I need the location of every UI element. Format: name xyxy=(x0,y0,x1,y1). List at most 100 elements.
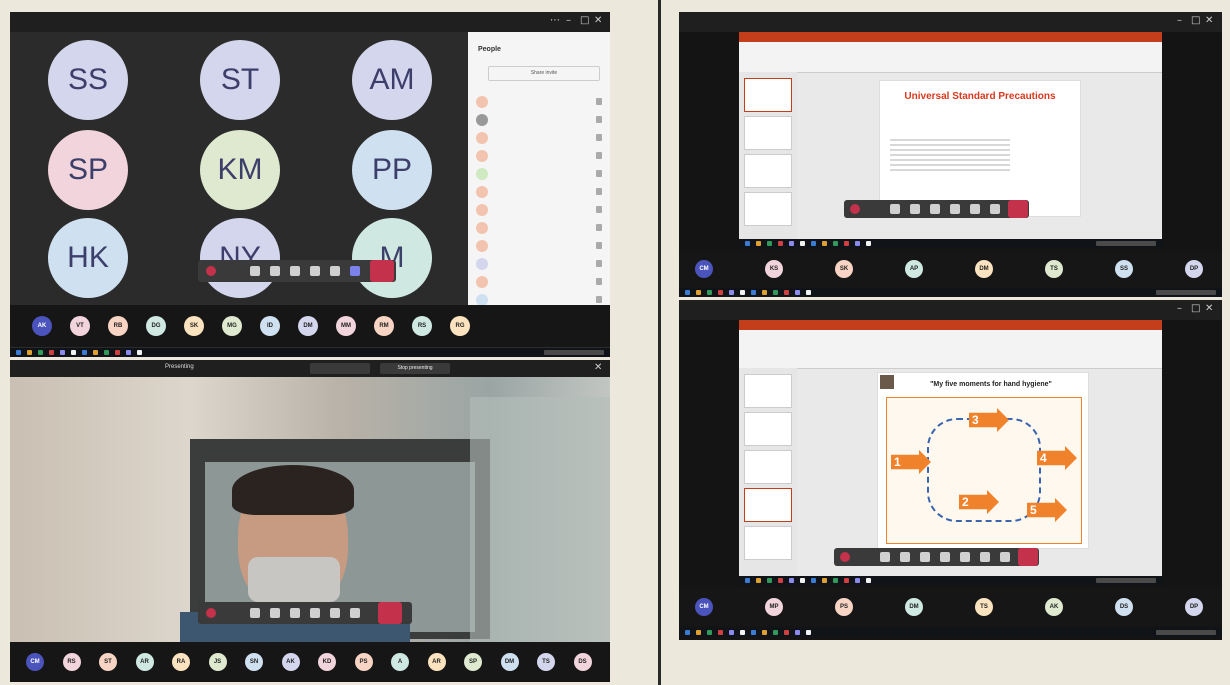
taskbar-app-icon[interactable] xyxy=(82,350,87,355)
stop-presenting-button[interactable]: Stop presenting xyxy=(380,363,450,374)
participant-thumbnail[interactable]: AK xyxy=(32,316,52,336)
people-list-item[interactable] xyxy=(476,238,602,254)
hangup-button[interactable] xyxy=(370,260,394,282)
participant-thumbnail[interactable]: SN xyxy=(245,653,263,671)
taskbar-app-icon[interactable] xyxy=(811,241,816,246)
taskbar-app-icon[interactable] xyxy=(773,630,778,635)
participant-thumbnail[interactable]: DS xyxy=(573,653,592,671)
share-icon[interactable] xyxy=(930,204,940,214)
close-icon[interactable]: ✕ xyxy=(594,15,602,26)
maximize-icon[interactable]: □ xyxy=(1191,303,1200,314)
share-icon[interactable] xyxy=(290,266,300,276)
slide-thumbnail[interactable] xyxy=(744,78,792,112)
taskbar-app-icon[interactable] xyxy=(685,290,690,295)
taskbar-app-icon[interactable] xyxy=(800,241,805,246)
taskbar-app-icon[interactable] xyxy=(822,241,827,246)
people-list-item[interactable] xyxy=(476,112,602,128)
taskbar-app-icon[interactable] xyxy=(795,630,800,635)
taskbar-app-icon[interactable] xyxy=(767,241,772,246)
people-list-item[interactable] xyxy=(476,274,602,290)
participant-thumbnail[interactable]: MM xyxy=(336,316,356,336)
taskbar-app-icon[interactable] xyxy=(762,290,767,295)
participant-thumbnail[interactable]: AK xyxy=(281,653,300,671)
participant-thumbnail[interactable]: TS xyxy=(1045,260,1063,278)
slide-thumbnail[interactable] xyxy=(744,412,792,446)
close-icon[interactable]: ✕ xyxy=(594,362,602,373)
people-list-item[interactable] xyxy=(476,184,602,200)
taskbar-app-icon[interactable] xyxy=(806,630,811,635)
taskbar-app-icon[interactable] xyxy=(844,578,849,583)
taskbar-app-icon[interactable] xyxy=(811,578,816,583)
participant-thumbnail[interactable]: TS xyxy=(975,598,993,616)
taskbar-app-icon[interactable] xyxy=(751,630,756,635)
taskbar-app-icon[interactable] xyxy=(707,630,712,635)
camera-icon[interactable] xyxy=(880,552,890,562)
people-list-item[interactable] xyxy=(476,148,602,164)
people-list-item[interactable] xyxy=(476,202,602,218)
taskbar-app-icon[interactable] xyxy=(778,241,783,246)
taskbar-app-icon[interactable] xyxy=(855,241,860,246)
participant-thumbnail[interactable]: KS xyxy=(765,260,783,278)
share-options-button[interactable] xyxy=(310,363,370,374)
taskbar-app-icon[interactable] xyxy=(707,290,712,295)
taskbar-app-icon[interactable] xyxy=(784,630,789,635)
taskbar-app-icon[interactable] xyxy=(866,578,871,583)
mic-icon[interactable] xyxy=(270,608,280,618)
participant-thumbnail[interactable]: DM xyxy=(975,260,993,278)
taskbar-app-icon[interactable] xyxy=(685,630,690,635)
minimize-icon[interactable]: – xyxy=(1177,303,1182,314)
hangup-button[interactable] xyxy=(1008,200,1028,218)
taskbar-app-icon[interactable] xyxy=(729,630,734,635)
taskbar-app-icon[interactable] xyxy=(762,630,767,635)
taskbar-app-icon[interactable] xyxy=(844,241,849,246)
taskbar-app-icon[interactable] xyxy=(833,241,838,246)
taskbar-app-icon[interactable] xyxy=(93,350,98,355)
taskbar-app-icon[interactable] xyxy=(789,241,794,246)
participant-thumbnail[interactable]: KD xyxy=(318,653,336,671)
camera-icon[interactable] xyxy=(890,204,900,214)
taskbar-app-icon[interactable] xyxy=(767,578,772,583)
participant-thumbnail[interactable]: MP xyxy=(765,598,783,616)
participant-thumbnail[interactable]: RA xyxy=(172,653,190,671)
raise-hand-icon[interactable] xyxy=(330,608,340,618)
taskbar-app-icon[interactable] xyxy=(800,578,805,583)
system-tray[interactable] xyxy=(1096,241,1156,246)
taskbar-app-icon[interactable] xyxy=(115,350,120,355)
minimize-icon[interactable]: – xyxy=(566,15,571,26)
taskbar-app-icon[interactable] xyxy=(745,578,750,583)
taskbar-app-icon[interactable] xyxy=(27,350,32,355)
participant-thumbnail[interactable]: SK xyxy=(184,316,204,336)
chat-icon[interactable] xyxy=(990,204,1000,214)
raise-hand-icon[interactable] xyxy=(330,266,340,276)
taskbar-app-icon[interactable] xyxy=(718,630,723,635)
taskbar-app-icon[interactable] xyxy=(833,578,838,583)
participant-thumbnail[interactable]: CM xyxy=(695,260,713,278)
system-tray[interactable] xyxy=(1096,578,1156,583)
participant-thumbnail[interactable]: RM xyxy=(374,316,394,336)
taskbar-app-icon[interactable] xyxy=(71,350,76,355)
taskbar-app-icon[interactable] xyxy=(49,350,54,355)
participant-thumbnail[interactable]: ID xyxy=(260,316,280,336)
participant-thumbnail[interactable]: DP xyxy=(1185,260,1203,278)
maximize-icon[interactable]: □ xyxy=(1191,15,1200,26)
share-invite-button[interactable]: Share invite xyxy=(488,66,600,81)
slide-thumbnail[interactable] xyxy=(744,374,792,408)
participant-thumbnail[interactable]: SP xyxy=(464,653,482,671)
participant-thumbnail[interactable]: PS xyxy=(835,598,853,616)
slide-thumbnail[interactable] xyxy=(744,192,792,226)
people-list-item[interactable] xyxy=(476,130,602,146)
system-tray[interactable] xyxy=(544,350,604,355)
slide-thumbnail[interactable] xyxy=(744,488,792,522)
taskbar-app-icon[interactable] xyxy=(784,290,789,295)
taskbar-app-icon[interactable] xyxy=(729,290,734,295)
taskbar-app-icon[interactable] xyxy=(795,290,800,295)
participant-thumbnail[interactable]: ST xyxy=(99,653,117,671)
taskbar-app-icon[interactable] xyxy=(745,241,750,246)
more-actions-icon[interactable] xyxy=(940,552,950,562)
taskbar-app-icon[interactable] xyxy=(696,290,701,295)
more-icon[interactable]: ⋯ xyxy=(550,15,560,26)
taskbar-app-icon[interactable] xyxy=(866,241,871,246)
mic-icon[interactable] xyxy=(270,266,280,276)
participant-thumbnail[interactable]: PS xyxy=(354,653,373,671)
taskbar-app-icon[interactable] xyxy=(778,578,783,583)
